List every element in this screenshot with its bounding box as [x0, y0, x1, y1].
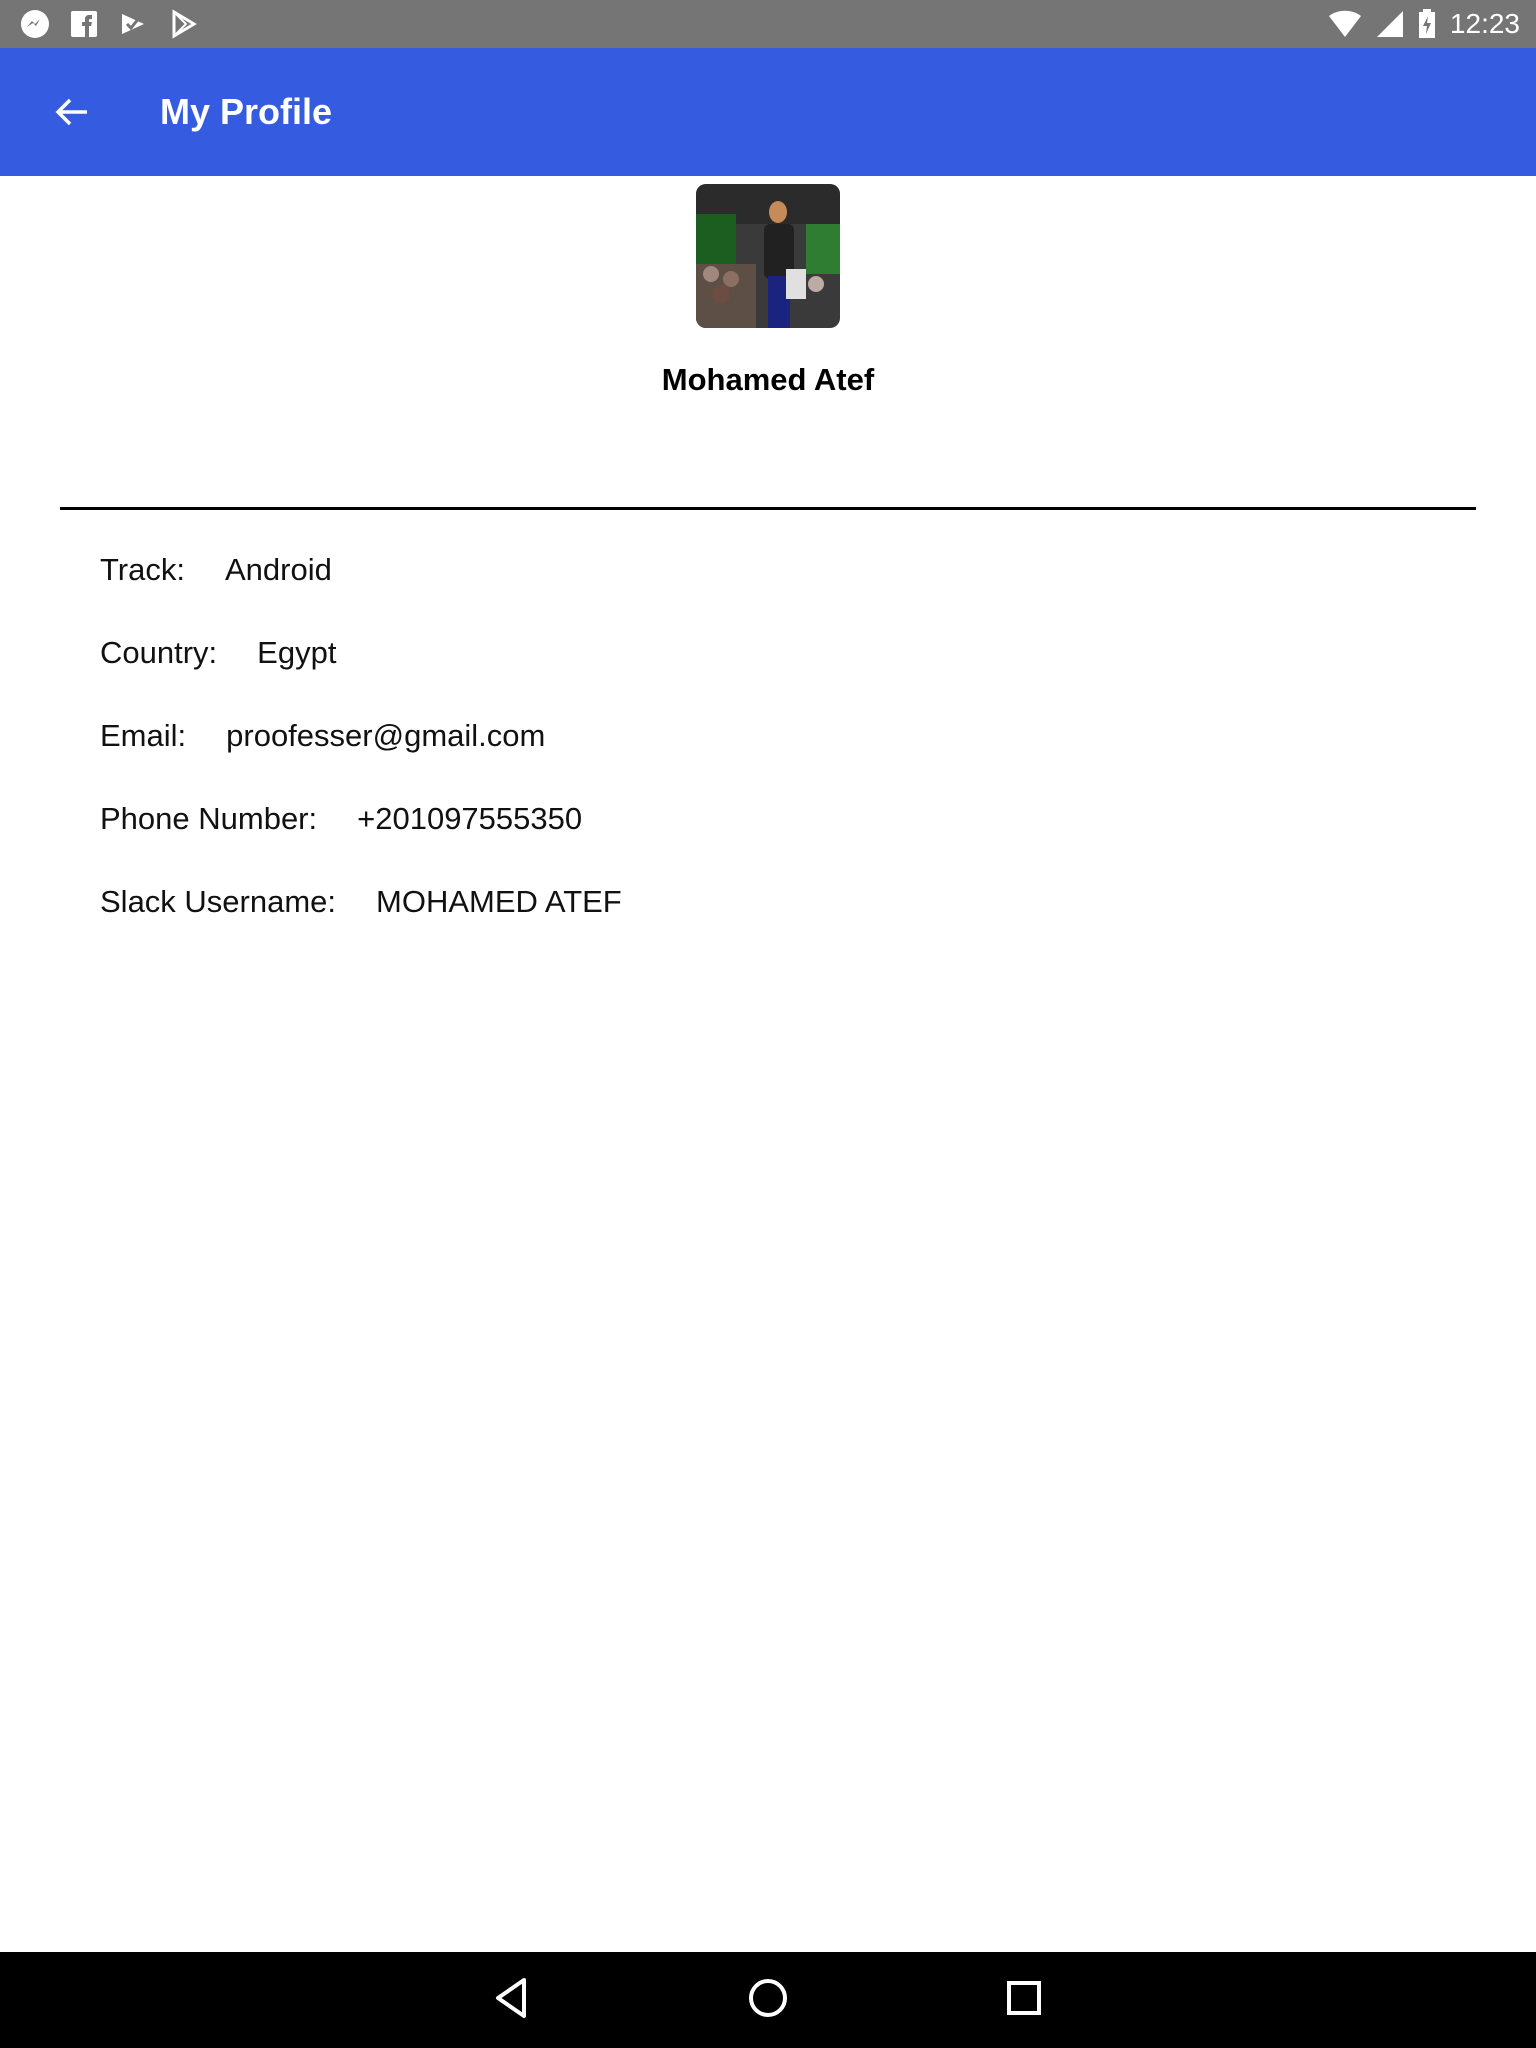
profile-content: Mohamed Atef Track: Android Country: Egy…: [0, 176, 1536, 1952]
app-bar: My Profile: [0, 48, 1536, 176]
profile-details: Track: Android Country: Egypt Email: pro…: [100, 552, 622, 967]
nav-home-icon: [747, 1977, 789, 2024]
inbox-check-icon: [118, 9, 148, 39]
facebook-icon: [70, 10, 98, 38]
divider: [60, 507, 1476, 510]
notification-icons: [20, 8, 198, 40]
nav-home-button[interactable]: [738, 1970, 798, 2030]
detail-value: Android: [224, 552, 332, 587]
detail-row-email: Email: proofesser@gmail.com: [100, 718, 622, 801]
messenger-icon: [20, 9, 50, 39]
detail-row-slack: Slack Username: MOHAMED ATEF: [100, 884, 622, 967]
detail-row-phone: Phone Number: +201097555350: [100, 801, 622, 884]
nav-back-button[interactable]: [482, 1970, 542, 2030]
detail-value: +201097555350: [357, 801, 583, 836]
detail-label: Country:: [100, 635, 218, 670]
arrow-back-icon: [54, 94, 90, 135]
detail-label: Slack Username:: [100, 884, 337, 919]
page-title: My Profile: [160, 91, 333, 132]
clock: 12:23: [1449, 8, 1520, 39]
detail-value: proofesser@gmail.com: [226, 718, 546, 753]
detail-label: Email:: [100, 718, 187, 753]
nav-recents-button[interactable]: [994, 1970, 1054, 2030]
detail-label: Phone Number:: [100, 801, 318, 836]
navigation-bar: [0, 1952, 1536, 2048]
avatar: [696, 184, 840, 328]
detail-value: MOHAMED ATEF: [376, 884, 622, 919]
detail-label: Track:: [100, 552, 185, 587]
wifi-icon: [1328, 10, 1362, 38]
play-store-icon: [168, 9, 198, 39]
detail-value: Egypt: [257, 635, 337, 670]
system-status: 12:23: [1328, 8, 1520, 40]
detail-row-track: Track: Android: [100, 552, 622, 635]
cell-signal-icon: [1376, 10, 1404, 38]
nav-recents-icon: [1006, 1980, 1042, 2021]
profile-name: Mohamed Atef: [661, 362, 875, 397]
status-bar: 12:23: [0, 0, 1536, 48]
battery-charging-icon: [1418, 9, 1436, 39]
detail-row-country: Country: Egypt: [100, 635, 622, 718]
nav-back-icon: [492, 1977, 532, 2024]
back-button[interactable]: [36, 78, 108, 150]
